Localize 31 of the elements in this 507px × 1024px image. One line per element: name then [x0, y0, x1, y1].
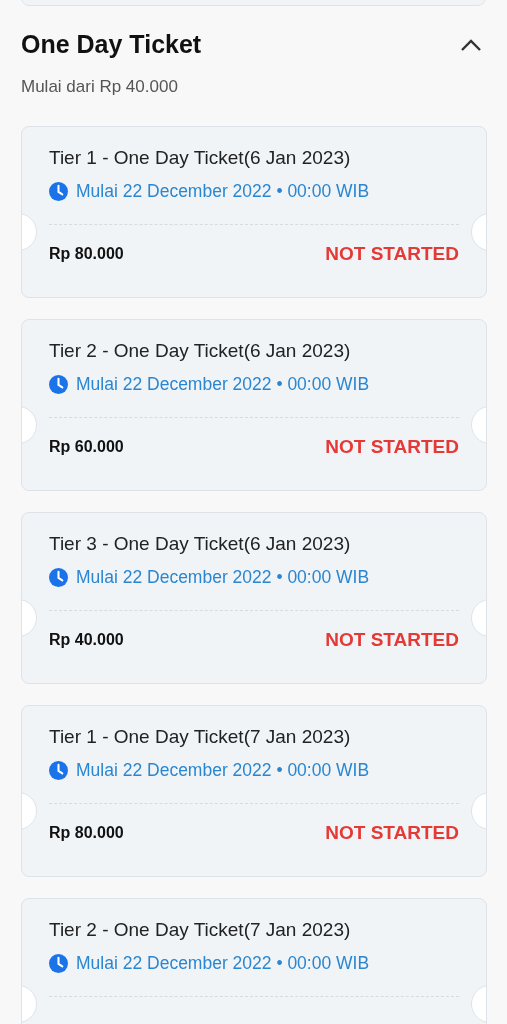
ticket-name: Tier 3 - One Day Ticket(6 Jan 2023): [49, 533, 352, 555]
ticket-card[interactable]: Tier 3 - One Day Ticket(6 Jan 2023) Mulai 22 December 2022 • 00:00 WIB Rp 40.000 NOT STARTED: [21, 512, 487, 684]
chevron-up-icon[interactable]: [460, 37, 482, 52]
section-title: One Day Ticket: [21, 30, 202, 59]
ticket-card[interactable]: Tier 1 - One Day Ticket(7 Jan 2023) Mulai 22 December 2022 • 00:00 WIB Rp 80.000 NOT STARTED: [21, 705, 487, 877]
ticket-name: Tier 1 - One Day Ticket(7 Jan 2023): [49, 726, 352, 748]
ticket-status: NOT STARTED: [325, 629, 459, 651]
ticket-card[interactable]: Tier 2 - One Day Ticket(7 Jan 2023) Mulai 22 December 2022 • 00:00 WIB: [21, 898, 487, 1024]
start-time: Mulai 22 December 2022 • 00:00 WIB: [76, 181, 370, 202]
start-time: Mulai 22 December 2022 • 00:00 WIB: [76, 374, 370, 395]
clock-icon: [49, 182, 68, 201]
ticket-status: NOT STARTED: [325, 243, 459, 265]
clock-icon: [49, 568, 68, 587]
ticket-card[interactable]: Tier 1 - One Day Ticket(6 Jan 2023) Mulai 22 December 2022 • 00:00 WIB Rp 80.000 NOT STARTED: [21, 126, 487, 298]
ticket-card[interactable]: Tier 2 - One Day Ticket(6 Jan 2023) Mulai 22 December 2022 • 00:00 WIB Rp 60.000 NOT STARTED: [21, 319, 487, 491]
ticket-status: NOT STARTED: [325, 436, 459, 458]
start-time: Mulai 22 December 2022 • 00:00 WIB: [76, 760, 370, 781]
ticket-name: Tier 1 - One Day Ticket(6 Jan 2023): [49, 147, 352, 169]
ticket-price: Rp 80.000: [49, 245, 124, 263]
clock-icon: [49, 375, 68, 394]
ticket-price: Rp 60.000: [49, 438, 124, 456]
start-time: Mulai 22 December 2022 • 00:00 WIB: [76, 567, 370, 588]
starting-price: Mulai dari Rp 40.000: [20, 76, 179, 97]
ticket-status: NOT STARTED: [325, 822, 459, 844]
ticket-price: Rp 40.000: [49, 631, 124, 649]
clock-icon: [49, 954, 68, 973]
ticket-price: Rp 80.000: [49, 824, 124, 842]
start-time: Mulai 22 December 2022 • 00:00 WIB: [76, 953, 370, 974]
ticket-name: Tier 2 - One Day Ticket(7 Jan 2023): [49, 919, 352, 941]
clock-icon: [49, 761, 68, 780]
ticket-name: Tier 2 - One Day Ticket(6 Jan 2023): [49, 340, 352, 362]
